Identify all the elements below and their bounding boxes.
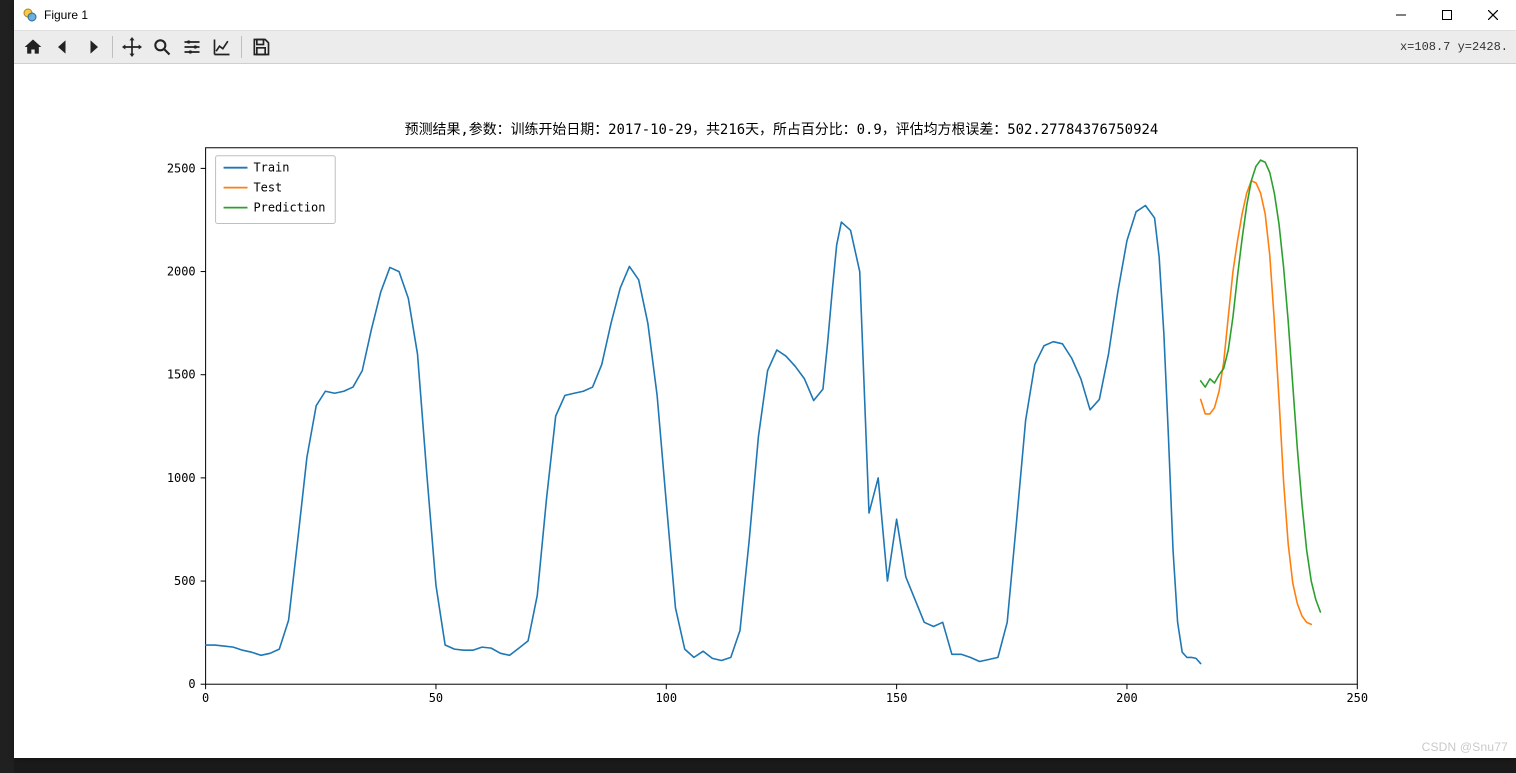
- matplotlib-toolbar: x=108.7 y=2428.: [14, 31, 1516, 64]
- window-title: Figure 1: [44, 8, 88, 22]
- watermark: CSDN @Snu77: [1422, 740, 1508, 754]
- chart-title: 预测结果,参数：训练开始日期：2017-10-29，共216天，所占百分比：0.…: [405, 121, 1159, 138]
- series-train: [206, 205, 1201, 663]
- axes-frame: [206, 148, 1358, 684]
- xtick-label: 50: [429, 691, 443, 705]
- zoom-button[interactable]: [147, 33, 177, 61]
- ytick-label: 500: [174, 574, 196, 588]
- home-button[interactable]: [18, 33, 48, 61]
- chart-svg: 预测结果,参数：训练开始日期：2017-10-29，共216天，所占百分比：0.…: [14, 64, 1516, 758]
- pan-button[interactable]: [117, 33, 147, 61]
- figure-window: Figure 1: [14, 0, 1516, 758]
- xtick-label: 250: [1346, 691, 1368, 705]
- series-prediction: [1201, 160, 1321, 612]
- forward-button[interactable]: [78, 33, 108, 61]
- ytick-label: 0: [188, 677, 195, 691]
- edit-axis-button[interactable]: [207, 33, 237, 61]
- legend-label: Prediction: [253, 201, 325, 215]
- ytick-label: 2500: [167, 161, 196, 175]
- configure-button[interactable]: [177, 33, 207, 61]
- legend-label: Train: [253, 161, 289, 175]
- maximize-button[interactable]: [1424, 0, 1470, 30]
- ytick-label: 2000: [167, 265, 196, 279]
- xtick-label: 150: [886, 691, 908, 705]
- close-button[interactable]: [1470, 0, 1516, 30]
- ytick-label: 1500: [167, 368, 196, 382]
- ytick-label: 1000: [167, 471, 196, 485]
- editor-left-strip: [0, 0, 14, 773]
- titlebar: Figure 1: [14, 0, 1516, 31]
- cursor-coordinates: x=108.7 y=2428.: [1400, 31, 1508, 63]
- minimize-button[interactable]: [1378, 0, 1424, 30]
- xtick-label: 100: [655, 691, 677, 705]
- xtick-label: 0: [202, 691, 209, 705]
- toolbar-separator: [112, 36, 113, 58]
- legend-label: Test: [253, 181, 282, 195]
- app-icon: [22, 7, 38, 23]
- xtick-label: 200: [1116, 691, 1138, 705]
- toolbar-separator: [241, 36, 242, 58]
- save-button[interactable]: [246, 33, 276, 61]
- plot-canvas[interactable]: 预测结果,参数：训练开始日期：2017-10-29，共216天，所占百分比：0.…: [14, 64, 1516, 758]
- back-button[interactable]: [48, 33, 78, 61]
